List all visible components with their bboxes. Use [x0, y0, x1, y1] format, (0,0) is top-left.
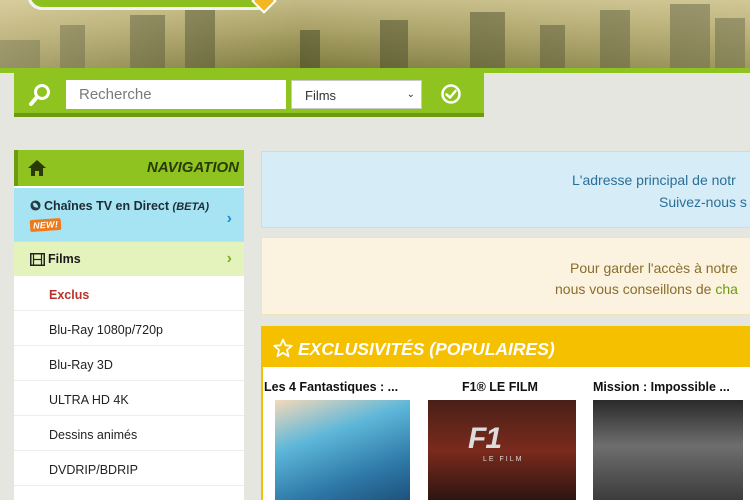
sidebar-subitem-dvdrip[interactable]: DVDRIP/BDRIP: [14, 451, 244, 486]
notice-blue: L'adresse principal de notr Suivez-nous …: [261, 151, 750, 228]
movie-poster[interactable]: F1 LE FILM: [428, 400, 576, 500]
star-icon: [273, 338, 293, 358]
poster-subtitle: LE FILM: [483, 456, 524, 463]
chevron-right-icon: ›: [226, 250, 232, 267]
exclusives-header: EXCLUSIVITÉS (POPULAIRES): [263, 326, 750, 370]
home-icon[interactable]: [27, 158, 47, 178]
header-banner: [0, 0, 750, 70]
nav-title: NAVIGATION: [147, 159, 239, 176]
notice-yellow-line2: nous vous conseillons de cha: [555, 281, 738, 297]
search-icon[interactable]: [27, 82, 53, 108]
beta-tag: (BETA): [172, 201, 209, 213]
movie-title[interactable]: Les 4 Fantastiques : ...: [264, 380, 398, 394]
films-label: Films: [48, 252, 81, 266]
live-tv-label: Chaînes TV en Direct (BETA): [44, 199, 209, 213]
sidebar-item-films[interactable]: Films ›: [14, 241, 244, 276]
movie-title[interactable]: F1® LE FILM: [462, 380, 538, 394]
nav-header: NAVIGATION: [14, 150, 244, 186]
new-badge: NEW!: [29, 217, 62, 233]
chevron-down-icon: ⌄: [406, 89, 415, 100]
sidebar-item-live-tv[interactable]: Chaînes TV en Direct (BETA) NEW! ›: [14, 186, 244, 241]
sidebar-subitem-bluray-3d[interactable]: Blu-Ray 3D: [14, 346, 244, 381]
poster-logo-text: F1: [468, 422, 502, 455]
movie-poster[interactable]: [593, 400, 743, 500]
movie-poster[interactable]: [275, 400, 410, 500]
notice-yellow-line1: Pour garder l'accès à notre: [570, 260, 738, 276]
exclusives-title: EXCLUSIVITÉS (POPULAIRES): [298, 339, 555, 359]
search-bar: Films ⌄: [14, 73, 484, 117]
film-icon: [30, 253, 45, 266]
notice-blue-line2: Suivez-nous s: [659, 194, 747, 210]
category-select[interactable]: Films ⌄: [291, 80, 422, 109]
live-tv-text: Chaînes TV en Direct: [44, 199, 170, 213]
site-logo[interactable]: [24, 0, 282, 10]
notice-yellow-line2-text: nous vous conseillons de: [555, 281, 716, 297]
notice-blue-line1: L'adresse principal de notr: [572, 172, 736, 188]
sidebar-navigation: NAVIGATION Chaînes TV en Direct (BETA) N…: [14, 150, 244, 500]
notice-yellow-link[interactable]: cha: [715, 281, 738, 297]
check-circle-icon[interactable]: [440, 83, 462, 105]
sidebar-subitem-uhd-4k[interactable]: ULTRA HD 4K: [14, 381, 244, 416]
notice-yellow: Pour garder l'accès à notre nous vous co…: [261, 237, 750, 315]
search-input[interactable]: [66, 80, 286, 109]
sidebar-subitem-bluray[interactable]: Blu-Ray 1080p/720p: [14, 311, 244, 346]
sidebar-subitem-exclus[interactable]: Exclus: [14, 276, 244, 311]
globe-icon: [30, 200, 41, 211]
category-select-value: Films: [305, 88, 337, 103]
sidebar-subitem-cartoons[interactable]: Dessins animés: [14, 416, 244, 451]
chevron-right-icon: ›: [226, 210, 232, 227]
movie-title[interactable]: Mission : Impossible ...: [593, 380, 730, 394]
exclusives-section: EXCLUSIVITÉS (POPULAIRES) Les 4 Fantasti…: [261, 326, 750, 500]
